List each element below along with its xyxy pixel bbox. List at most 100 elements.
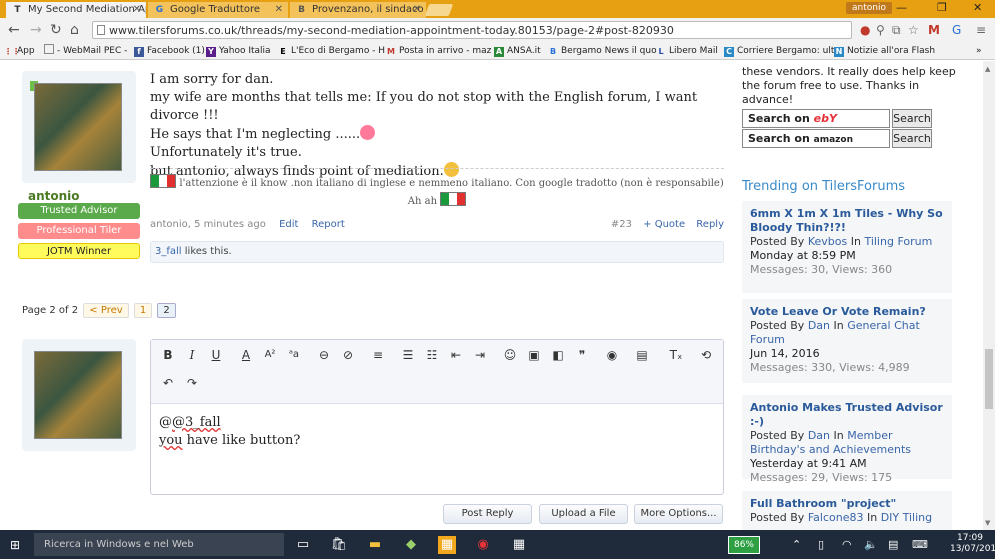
bookmark-apps[interactable]: ⋮⋮App (4, 44, 35, 58)
window-close-icon[interactable]: ✕ (973, 1, 982, 14)
battery-icon[interactable]: ▯ (818, 538, 824, 552)
zoom-icon[interactable]: ⚲ (876, 23, 885, 37)
file-explorer-icon[interactable]: ▬ (366, 536, 384, 554)
close-icon[interactable]: ✕ (275, 2, 283, 18)
amazon-search-button[interactable]: Search (892, 129, 932, 148)
address-bar[interactable]: www.tilersforums.co.uk/threads/my-second… (92, 21, 852, 39)
tab-active[interactable]: T My Second Mediation Ap ✕ (6, 2, 146, 18)
outdent-icon[interactable]: ⇤ (447, 346, 465, 364)
taskbar-search[interactable]: Ricerca in Windows e nel Web (34, 533, 284, 556)
font-size-icon[interactable]: A² (261, 346, 279, 364)
notifications-icon[interactable]: ▤ (888, 538, 898, 552)
reply-editor[interactable]: B I U A A² ᵃa ⊖ ⊘ ≡ ☰ ☷ ⇤ ⇥ ☺ ▣ ◧ ❞ ◉ ▤ … (150, 339, 724, 495)
report-link[interactable]: Report (312, 219, 345, 230)
smilie-icon[interactable]: ☺ (501, 346, 519, 364)
tab-google-translate[interactable]: G Google Traduttore ✕ (148, 2, 288, 18)
avatar[interactable] (34, 351, 122, 439)
text-color-icon[interactable]: A (237, 346, 255, 364)
author-link[interactable]: Kevbos (808, 235, 847, 248)
undo-icon[interactable]: ↶ (159, 374, 177, 392)
avatar[interactable] (34, 83, 122, 171)
media-icon[interactable]: ◧ (549, 346, 567, 364)
trending-item-title[interactable]: Full Bathroom "project" (750, 497, 944, 511)
quote-block-icon[interactable]: ❞ (573, 346, 591, 364)
edit-link[interactable]: Edit (279, 219, 298, 230)
page-1-button[interactable]: 1 (133, 303, 153, 318)
editor-content[interactable]: @@3_fall you have like button? (159, 414, 300, 450)
trending-item-title[interactable]: 6mm X 1m X 1m Tiles - Why So Bloody Thin… (750, 207, 944, 235)
show-hidden-icons-icon[interactable]: ⌃ (792, 538, 801, 552)
link-icon[interactable]: ⊖ (315, 346, 333, 364)
remove-format-icon[interactable]: Tₓ (667, 346, 685, 364)
ebay-search-button[interactable]: Search (892, 109, 932, 128)
task-view-icon[interactable]: ▭ (294, 536, 312, 554)
page-scrollbar[interactable]: ▲ ▼ (983, 61, 995, 530)
forum-link[interactable]: Tiling Forum (864, 235, 932, 248)
bookmark-notizie[interactable]: N Notizie all'ora Flash (834, 44, 935, 58)
post-date[interactable]: antonio, 5 minutes ago (150, 219, 266, 230)
prev-page-button[interactable]: < Prev (83, 303, 129, 318)
bookmark-yahoo[interactable]: Y Yahoo Italia (206, 44, 271, 58)
camera-icon[interactable]: ◉ (603, 346, 621, 364)
star-icon[interactable]: ☆ (908, 23, 919, 37)
italic-icon[interactable]: I (183, 346, 201, 364)
reload-icon[interactable]: ↻ (50, 22, 62, 38)
unlink-icon[interactable]: ⊘ (339, 346, 357, 364)
profile-button[interactable]: antonio (846, 2, 892, 14)
home-icon[interactable]: ⌂ (70, 22, 79, 38)
page-2-button[interactable]: 2 (157, 303, 176, 318)
bookmark-corriere[interactable]: C Corriere Bergamo: ult (724, 44, 834, 58)
author-link[interactable]: Falcone83 (808, 511, 864, 524)
app-icon[interactable]: ▦ (438, 536, 456, 554)
restore-icon[interactable]: ❐ (937, 1, 947, 14)
volume-icon[interactable]: 🔈 (864, 538, 878, 552)
close-icon[interactable]: ✕ (413, 2, 421, 18)
calculator-icon[interactable]: ▦ (510, 536, 528, 554)
forward-icon[interactable]: → (30, 22, 42, 38)
store-icon[interactable]: 🛍 (330, 536, 348, 554)
back-icon[interactable]: ← (8, 22, 20, 38)
scroll-up-icon[interactable]: ▲ (985, 65, 990, 73)
close-icon[interactable]: ✕ (133, 2, 141, 18)
minimize-icon[interactable]: — (896, 1, 907, 14)
toggle-bbcode-icon[interactable]: ⟲ (697, 346, 715, 364)
google-translate-ext-icon[interactable]: G (952, 23, 961, 37)
wifi-icon[interactable]: ◠ (842, 538, 852, 552)
post-reply-button[interactable]: Post Reply (443, 504, 532, 524)
chrome-icon[interactable]: ◉ (474, 536, 492, 554)
post-author[interactable]: antonio (28, 189, 80, 203)
upload-file-button[interactable]: Upload a File (539, 504, 628, 524)
more-options-button[interactable]: More Options... (634, 504, 723, 524)
ebay-search-input[interactable]: Search on ebY (742, 109, 890, 128)
extension-icon[interactable]: ● (860, 23, 870, 37)
bookmark-posta[interactable]: M Posta in arrivo - maz (386, 44, 491, 58)
windows-start-icon[interactable]: ⊞ (10, 538, 24, 552)
indent-icon[interactable]: ⇥ (471, 346, 489, 364)
bookmark-webmail[interactable]: - WebMail PEC - (44, 44, 127, 58)
save-draft-icon[interactable]: ▤ (633, 346, 651, 364)
translate-icon[interactable]: ⧉ (892, 23, 901, 37)
trending-item-title[interactable]: Antonio Makes Trusted Advisor :-) (750, 401, 944, 429)
menu-icon[interactable]: ≡ (976, 23, 986, 37)
bold-icon[interactable]: B (159, 346, 177, 364)
bullet-list-icon[interactable]: ☰ (399, 346, 417, 364)
likes-user[interactable]: 3_fall (155, 246, 182, 257)
author-link[interactable]: Dan (808, 429, 830, 442)
gmail-icon[interactable]: M (928, 23, 940, 37)
new-tab-button[interactable] (424, 4, 454, 16)
forum-link[interactable]: DIY Tiling (881, 511, 932, 524)
scroll-down-icon[interactable]: ▼ (985, 519, 990, 527)
redo-icon[interactable]: ↷ (183, 374, 201, 392)
underline-icon[interactable]: U (207, 346, 225, 364)
reply-link[interactable]: Reply (696, 219, 724, 230)
post-number[interactable]: #23 (611, 219, 632, 230)
trending-item-title[interactable]: Vote Leave Or Vote Remain? (750, 305, 944, 319)
bookmark-ansa[interactable]: A ANSA.it (494, 44, 541, 58)
scrollbar-thumb[interactable] (985, 349, 993, 409)
amazon-search-input[interactable]: Search on amazon (742, 129, 890, 148)
more-bookmarks-icon[interactable]: » (976, 44, 982, 58)
author-link[interactable]: Dan (808, 319, 830, 332)
font-family-icon[interactable]: ᵃa (285, 346, 303, 364)
quote-link[interactable]: + Quote (643, 219, 685, 230)
taskbar-clock[interactable]: 17:09 13/07/2016 (950, 533, 995, 555)
